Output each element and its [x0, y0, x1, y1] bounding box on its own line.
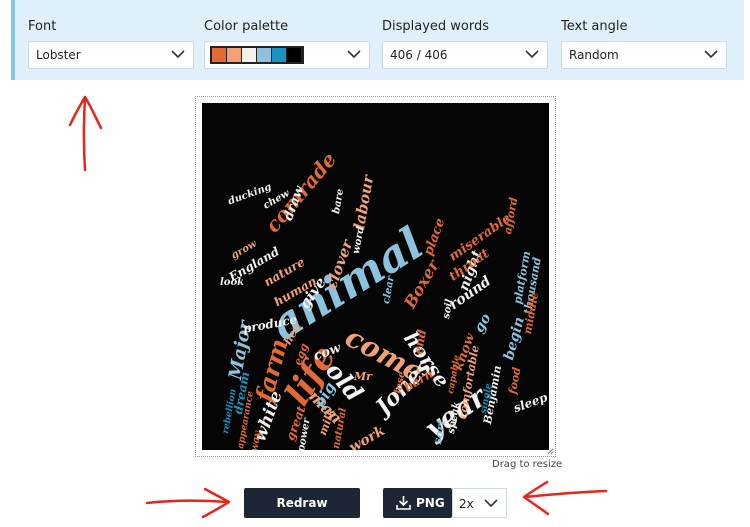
cloud-word: way — [249, 430, 264, 450]
palette-swatch — [212, 48, 226, 62]
palette-swatch — [257, 48, 271, 62]
cloud-word: place — [421, 216, 449, 258]
palette-swatches — [210, 46, 304, 64]
font-select[interactable]: Lobster — [28, 41, 194, 69]
chevron-down-icon — [484, 499, 498, 508]
arrow-up-annotation — [68, 95, 103, 172]
cloud-word: clear — [381, 275, 397, 305]
font-value: Lobster — [36, 48, 81, 62]
settings-bar: Font Lobster Color palette Displayed wor… — [11, 0, 744, 80]
font-label: Font — [28, 19, 57, 34]
download-icon — [396, 496, 411, 510]
cloud-word: sort — [431, 418, 449, 446]
cloud-word: go — [471, 310, 495, 336]
redraw-button[interactable]: Redraw — [244, 488, 360, 518]
chevron-down-icon — [525, 50, 539, 59]
chevron-down-icon — [171, 50, 185, 59]
cloud-word: labour — [350, 173, 378, 231]
word-cloud-frame[interactable]: animal life come year old farm Jones comrade hor… — [195, 96, 556, 457]
cloud-word: work — [346, 422, 388, 450]
words-select[interactable]: 406 / 406 — [382, 41, 548, 69]
angle-select[interactable]: Random — [561, 41, 727, 69]
words-value: 406 / 406 — [390, 48, 448, 62]
palette-swatch — [287, 48, 301, 62]
resize-handle-icon[interactable] — [547, 448, 554, 455]
palette-swatch — [242, 48, 256, 62]
chevron-down-icon — [347, 50, 361, 59]
word-cloud: animal life come year old farm Jones comrade hor… — [202, 103, 549, 450]
cloud-word: bare — [331, 188, 347, 215]
cloud-word: afford — [501, 196, 521, 236]
palette-swatch — [272, 48, 286, 62]
arrow-right-annotation — [145, 487, 231, 519]
cloud-word: Mr — [354, 370, 372, 383]
words-label: Displayed words — [382, 19, 490, 34]
cloud-word: look — [220, 277, 245, 288]
angle-label: Text angle — [561, 19, 628, 34]
scale-value: 2x — [459, 497, 474, 511]
palette-select[interactable] — [204, 41, 370, 69]
cloud-word: food — [506, 366, 524, 396]
png-label: PNG — [416, 496, 445, 510]
resize-hint: Drag to resize — [492, 459, 563, 470]
chevron-down-icon — [704, 50, 718, 59]
cloud-word: soil — [441, 298, 456, 320]
png-download-button[interactable]: PNG — [383, 488, 452, 518]
scale-select[interactable]: 2x — [452, 488, 507, 518]
palette-swatch — [227, 48, 241, 62]
redraw-label: Redraw — [276, 496, 328, 510]
angle-value: Random — [569, 48, 619, 62]
arrow-left-annotation — [522, 480, 608, 516]
palette-label: Color palette — [204, 19, 289, 34]
